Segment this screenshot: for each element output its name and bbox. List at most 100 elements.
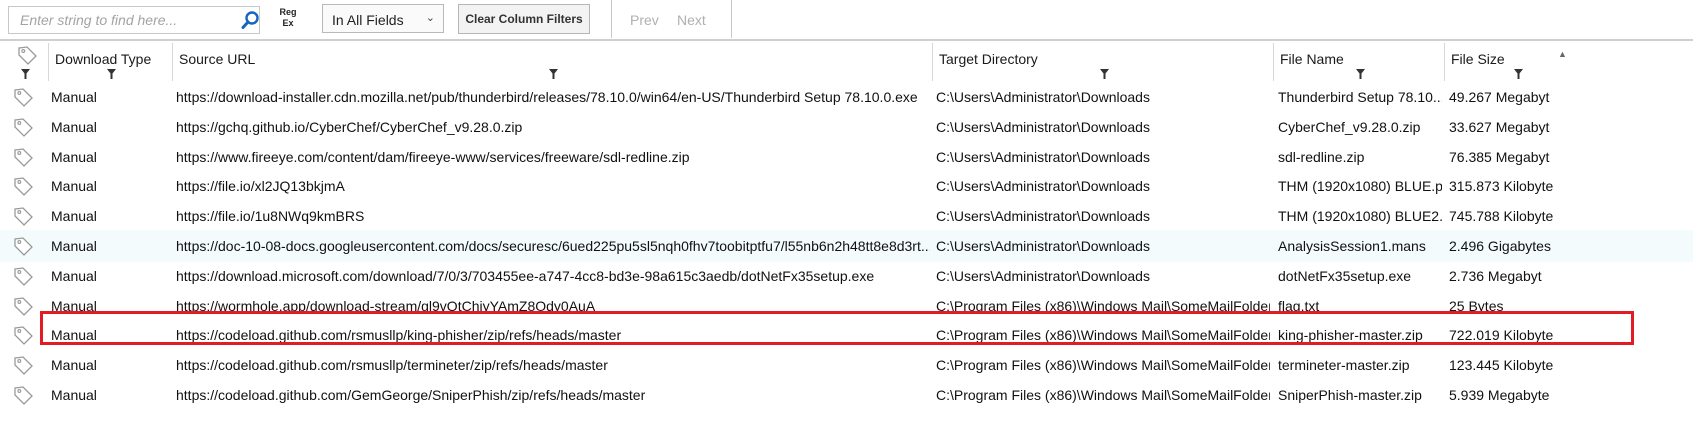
funnel-icon[interactable] xyxy=(1356,69,1365,79)
target-directory-cell: C:\Users\Administrator\Downloads xyxy=(936,238,1150,254)
download-type-cell: Manual xyxy=(51,89,97,105)
table-row[interactable]: Manual https://codeload.github.com/GemGeo… xyxy=(0,379,1693,411)
tag-icon[interactable] xyxy=(12,265,34,287)
source-url-cell: https://doc-10-08-docs.googleusercontent… xyxy=(176,238,930,254)
header-file-size[interactable]: File Size ▲ xyxy=(1444,43,1693,81)
table-row[interactable]: Manual https://wormhole.app/download-stre… xyxy=(0,290,1693,322)
target-directory-cell: C:\Program Files (x86)\Windows Mail\Some… xyxy=(936,297,1270,314)
search-field-dropdown[interactable]: In All Fields ⌄ xyxy=(322,4,444,33)
funnel-icon[interactable] xyxy=(107,69,116,79)
header-source-url[interactable]: Source URL xyxy=(172,43,932,81)
file-size-cell: 5.939 Megabyte xyxy=(1449,387,1550,403)
toolbar-divider xyxy=(611,0,612,38)
target-directory-cell: C:\Users\Administrator\Downloads xyxy=(936,267,1150,284)
header-tag-column[interactable] xyxy=(0,43,48,81)
file-size-cell: 123.445 Kilobyte xyxy=(1449,357,1554,374)
header-label: File Name xyxy=(1280,51,1344,67)
tag-icon[interactable] xyxy=(12,175,34,197)
download-type-cell: Manual xyxy=(51,297,97,314)
download-type-cell: Manual xyxy=(51,148,97,165)
funnel-icon[interactable] xyxy=(1100,69,1109,79)
table-row[interactable]: Manual https://codeload.github.com/rsmusl… xyxy=(0,319,1693,351)
source-url-cell: https://download.microsoft.com/download/… xyxy=(176,267,875,284)
table-row[interactable]: Manual https://download-installer.cdn.moz… xyxy=(0,81,1693,113)
target-directory-cell: C:\Users\Administrator\Downloads xyxy=(936,118,1150,135)
source-url-cell: https://gchq.github.io/CyberChef/CyberCh… xyxy=(176,118,523,135)
file-name-cell: CyberChef_v9.28.0.zip xyxy=(1278,118,1421,135)
tag-icon xyxy=(18,46,37,65)
tag-icon[interactable] xyxy=(12,384,34,406)
file-size-cell: 315.873 Kilobyte xyxy=(1449,178,1554,195)
file-name-cell: Thunderbird Setup 78.10... xyxy=(1278,89,1442,105)
header-label: File Size xyxy=(1451,51,1505,67)
file-name-cell: dotNetFx35setup.exe xyxy=(1278,267,1412,284)
file-name-cell: termineter-master.zip xyxy=(1278,357,1410,374)
file-name-cell: SniperPhish-master.zip xyxy=(1278,387,1422,403)
file-size-cell: 722.019 Kilobyte xyxy=(1449,327,1554,344)
toolbar-divider xyxy=(731,0,732,38)
source-url-cell: https://file.io/xl2JQ13bkjmA xyxy=(176,178,345,195)
table-row[interactable]: Manual https://www.fireeye.com/content/da… xyxy=(0,141,1693,173)
table-row[interactable]: Manual https://gchq.github.io/CyberChef/C… xyxy=(0,111,1693,143)
search-field-value: In All Fields xyxy=(332,12,404,28)
header-label: Target Directory xyxy=(939,51,1038,67)
header-target-directory[interactable]: Target Directory xyxy=(932,43,1273,81)
file-name-cell: AnalysisSession1.mans xyxy=(1278,238,1426,254)
regex-label-top: Reg xyxy=(279,7,297,17)
download-type-cell: Manual xyxy=(51,238,97,254)
toolbar: Reg Ex In All Fields ⌄ Clear Column Filt… xyxy=(0,0,1693,40)
source-url-cell: https://www.fireeye.com/content/dam/fire… xyxy=(176,148,690,165)
download-type-cell: Manual xyxy=(51,267,97,284)
funnel-icon[interactable] xyxy=(549,69,558,79)
source-url-cell: https://codeload.github.com/rsmusllp/ter… xyxy=(176,357,608,374)
download-type-cell: Manual xyxy=(51,387,97,403)
regex-toggle[interactable]: Reg Ex xyxy=(276,7,300,35)
source-url-cell: https://download-installer.cdn.mozilla.n… xyxy=(176,89,918,105)
tag-icon[interactable] xyxy=(12,324,34,346)
table-row[interactable]: Manual https://doc-10-08-docs.googleuserc… xyxy=(0,230,1693,262)
tag-icon[interactable] xyxy=(12,205,34,227)
tag-icon[interactable] xyxy=(12,354,34,376)
file-name-cell: king-phisher-master.zip xyxy=(1278,327,1423,344)
funnel-icon[interactable] xyxy=(21,69,30,79)
header-label: Source URL xyxy=(179,51,256,67)
table-row[interactable]: Manual https://file.io/1u8NWq9kmBRS C:\Use… xyxy=(0,200,1693,232)
file-size-cell: 2.496 Gigabytes xyxy=(1449,238,1551,254)
prev-button[interactable]: Prev xyxy=(630,12,659,28)
file-name-cell: sdl-redline.zip xyxy=(1278,148,1365,165)
file-size-cell: 49.267 Megabyt xyxy=(1449,89,1550,105)
target-directory-cell: C:\Users\Administrator\Downloads xyxy=(936,178,1150,195)
chevron-down-icon: ⌄ xyxy=(425,12,435,24)
download-type-cell: Manual xyxy=(51,178,97,195)
header-file-name[interactable]: File Name xyxy=(1273,43,1444,81)
download-type-cell: Manual xyxy=(51,208,97,225)
table-row[interactable]: Manual https://file.io/xl2JQ13bkjmA C:\Use… xyxy=(0,170,1693,202)
tag-icon[interactable] xyxy=(12,235,34,257)
header-download-type[interactable]: Download Type xyxy=(48,43,172,81)
search-icon[interactable] xyxy=(241,10,261,30)
next-button[interactable]: Next xyxy=(677,12,706,28)
target-directory-cell: C:\Program Files (x86)\Windows Mail\Some… xyxy=(936,357,1270,374)
file-name-cell: THM (1920x1080) BLUE2.... xyxy=(1278,208,1442,225)
tag-icon[interactable] xyxy=(12,295,34,317)
funnel-icon[interactable] xyxy=(1514,69,1523,79)
target-directory-cell: C:\Users\Administrator\Downloads xyxy=(936,148,1150,165)
file-size-cell: 33.627 Megabyt xyxy=(1449,118,1550,135)
table-row[interactable]: Manual https://download.microsoft.com/dow… xyxy=(0,260,1693,292)
source-url-cell: https://codeload.github.com/rsmusllp/kin… xyxy=(176,327,622,344)
tag-icon[interactable] xyxy=(12,86,34,108)
table-row[interactable]: Manual https://codeload.github.com/rsmusl… xyxy=(0,349,1693,381)
file-size-cell: 25 Bytes xyxy=(1449,297,1504,314)
target-directory-cell: C:\Users\Administrator\Downloads xyxy=(936,208,1150,225)
tag-icon[interactable] xyxy=(12,116,34,138)
clear-column-filters-button[interactable]: Clear Column Filters xyxy=(458,4,590,34)
sort-ascending-icon: ▲ xyxy=(1558,49,1567,59)
search-input[interactable] xyxy=(20,11,220,29)
search-box xyxy=(8,6,260,34)
regex-label-bottom: Ex xyxy=(282,18,294,28)
toolbar-border xyxy=(0,39,1693,41)
source-url-cell: https://codeload.github.com/GemGeorge/Sn… xyxy=(176,387,646,403)
tag-icon[interactable] xyxy=(12,146,34,168)
file-size-cell: 2.736 Megabyt xyxy=(1449,267,1542,284)
grid-header: Download Type Source URL Target Director… xyxy=(0,43,1693,81)
